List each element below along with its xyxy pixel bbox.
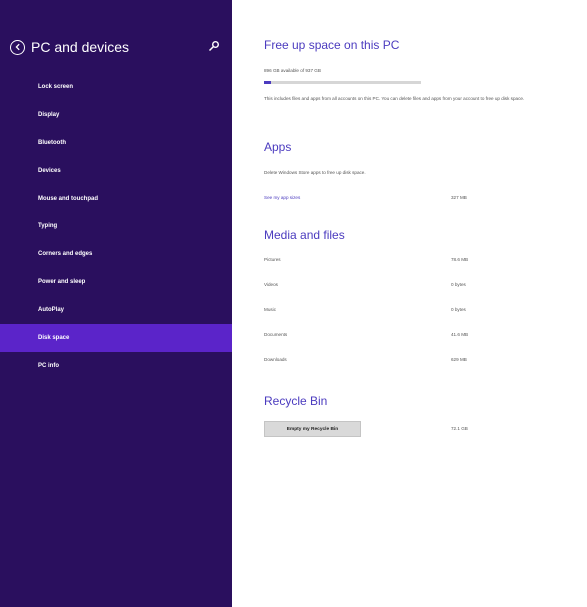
- sidebar-item-corners-and-edges[interactable]: Corners and edges: [0, 240, 232, 268]
- sidebar-item-label: PC info: [38, 362, 59, 369]
- sidebar-item-bluetooth[interactable]: Bluetooth: [0, 129, 232, 157]
- back-arrow-icon[interactable]: [10, 39, 25, 55]
- sidebar-item-mouse-and-touchpad[interactable]: Mouse and touchpad: [0, 185, 232, 213]
- documents-size: 41.6 MB: [451, 332, 469, 337]
- sidebar-item-devices[interactable]: Devices: [0, 157, 232, 185]
- media-and-files-heading: Media and files: [264, 228, 345, 242]
- downloads-label: Downloads: [264, 357, 287, 362]
- main-content: Free up space on this PC 896 GB availabl…: [264, 0, 584, 607]
- apps-description: Delete Windows Store apps to free up dis…: [264, 170, 366, 175]
- sidebar-item-label: Corners and edges: [38, 251, 93, 258]
- documents-label: Documents: [264, 332, 288, 337]
- sidebar-header: PC and devices: [10, 36, 224, 58]
- recycle-bin-heading: Recycle Bin: [264, 394, 328, 408]
- downloads-size: 629 MB: [451, 357, 467, 362]
- sidebar-item-pc-info[interactable]: PC info: [0, 352, 232, 380]
- pictures-size: 78.6 MB: [451, 257, 469, 262]
- apps-size-value: 327 MB: [451, 195, 467, 200]
- videos-label: Videos: [264, 282, 278, 287]
- sidebar-item-label: Disk space: [38, 334, 70, 341]
- disk-usage-fill: [264, 81, 271, 84]
- disk-usage-bar: [264, 81, 421, 84]
- pictures-label: Pictures: [264, 257, 281, 262]
- see-app-sizes-link[interactable]: See my app sizes: [264, 195, 300, 200]
- sidebar-item-label: AutoPlay: [38, 307, 65, 314]
- sidebar-title: PC and devices: [31, 39, 130, 55]
- sidebar-item-label: Typing: [38, 223, 58, 230]
- sidebar-item-autoplay[interactable]: AutoPlay: [0, 296, 232, 324]
- sidebar-item-label: Lock screen: [38, 83, 74, 90]
- sidebar-item-label: Devices: [38, 167, 61, 174]
- free-space-description: This includes files and apps from all ac…: [264, 96, 525, 101]
- sidebar-item-power-and-sleep[interactable]: Power and sleep: [0, 268, 232, 296]
- sidebar-item-label: Bluetooth: [38, 139, 66, 146]
- sidebar-item-display[interactable]: Display: [0, 101, 232, 129]
- videos-size: 0 bytes: [451, 282, 466, 287]
- sidebar-item-typing[interactable]: Typing: [0, 212, 232, 240]
- sidebar-item-label: Mouse and touchpad: [38, 195, 98, 202]
- apps-heading: Apps: [264, 140, 292, 154]
- sidebar-item-lock-screen[interactable]: Lock screen: [0, 73, 232, 101]
- sidebar-nav: Lock screen Display Bluetooth Devices Mo…: [0, 73, 232, 380]
- music-size: 0 bytes: [451, 307, 466, 312]
- sidebar-item-disk-space[interactable]: Disk space: [0, 324, 232, 352]
- search-icon[interactable]: [208, 40, 220, 52]
- sidebar-item-label: Power and sleep: [38, 279, 86, 286]
- recycle-bin-size: 72.1 GB: [451, 426, 468, 431]
- page-title: Free up space on this PC: [264, 38, 400, 52]
- music-label: Music: [264, 307, 276, 312]
- empty-recycle-bin-button[interactable]: Empty my Recycle Bin: [264, 421, 361, 437]
- sidebar: PC and devices Lock screen Display Bluet…: [0, 0, 232, 607]
- available-space-text: 896 GB available of 937 GB: [264, 68, 321, 73]
- sidebar-item-label: Display: [38, 111, 60, 118]
